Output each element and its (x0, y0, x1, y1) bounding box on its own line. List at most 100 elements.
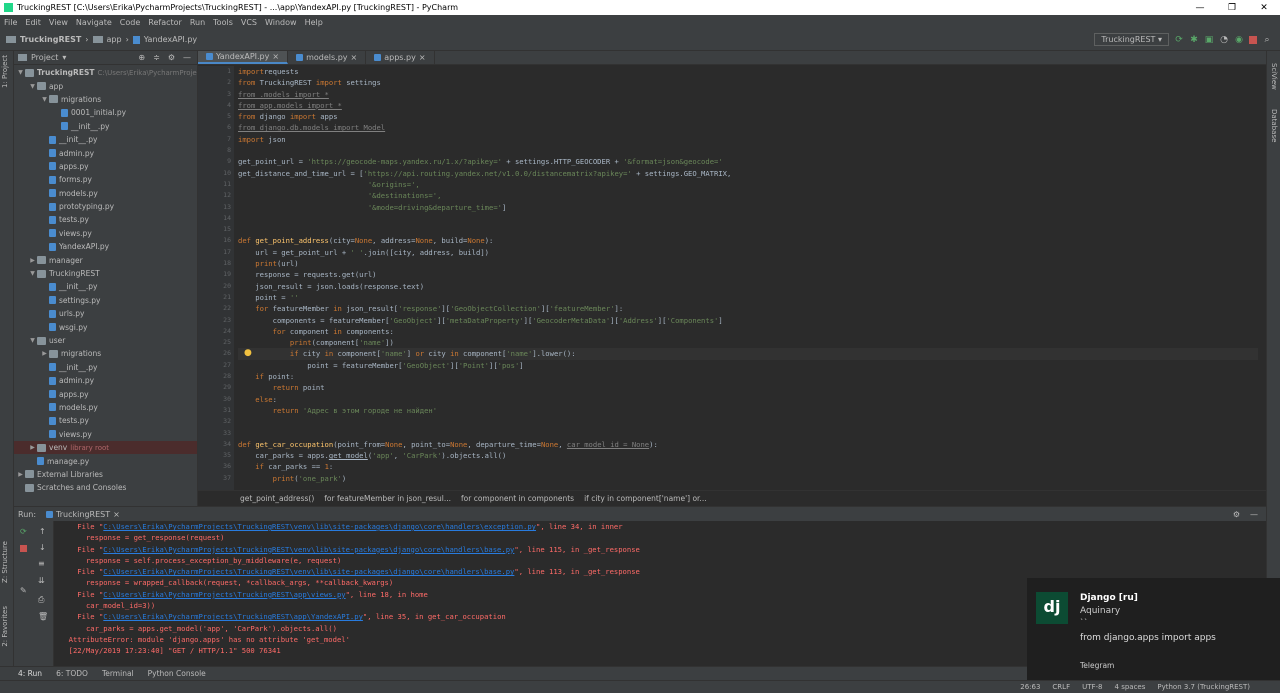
print-icon[interactable]: ⎙ (38, 595, 44, 605)
debug-icon[interactable]: ✱ (1189, 35, 1199, 45)
chevron-down-icon[interactable]: ▼ (28, 337, 37, 344)
menu-refactor[interactable]: Refactor (148, 18, 182, 27)
scroll-to-end-icon[interactable]: ⇊ (38, 576, 45, 585)
run-config-select[interactable]: TruckingREST ▾ (1094, 33, 1169, 46)
file-link[interactable]: C:\Users\Erika\PycharmProjects\TruckingR… (103, 590, 345, 599)
nav-crumb-file[interactable]: YandexAPI.py (144, 35, 197, 44)
tree-item[interactable]: prototyping.py (14, 200, 197, 213)
collapse-all-icon[interactable]: ≑ (153, 53, 160, 62)
notification-toast[interactable]: dj Django [ru] Aquinary `` from django.a… (1027, 578, 1280, 680)
run-config-tab[interactable]: TruckingREST × (46, 510, 120, 519)
tree-item[interactable]: urls.py (14, 307, 197, 320)
favorites-tool-tab[interactable]: 2: Favorites (1, 606, 9, 647)
tree-item[interactable]: wsgi.py (14, 320, 197, 333)
chevron-down-icon[interactable]: ▼ (28, 83, 37, 90)
file-link[interactable]: C:\Users\Erika\PycharmProjects\TruckingR… (103, 612, 363, 621)
hide-icon[interactable]: — (1250, 510, 1258, 519)
chevron-down-icon[interactable]: ▼ (28, 270, 37, 277)
tree-item[interactable]: views.py (14, 227, 197, 240)
tree-item[interactable]: admin.py (14, 146, 197, 159)
project-view-select[interactable]: Project (31, 53, 58, 62)
tree-item[interactable]: __init__.py (14, 361, 197, 374)
profile-icon[interactable]: ◔ (1219, 35, 1229, 45)
tree-item[interactable]: __init__.py (14, 120, 197, 133)
breadcrumb-item[interactable]: get_point_address() (240, 494, 314, 503)
tree-item[interactable]: ▶ manager (14, 253, 197, 266)
tree-item[interactable]: forms.py (14, 173, 197, 186)
concurrency-icon[interactable]: ◉ (1234, 35, 1244, 45)
tree-item[interactable]: apps.py (14, 160, 197, 173)
close-icon[interactable]: × (419, 53, 426, 62)
database-tool-tab[interactable]: Database (1270, 109, 1278, 142)
intention-bulb-icon[interactable]: ● (244, 348, 252, 358)
menu-view[interactable]: View (49, 18, 68, 27)
locate-icon[interactable]: ⊕ (138, 53, 145, 62)
tab-models[interactable]: models.py × (288, 51, 367, 64)
tree-item[interactable]: Scratches and Consoles (14, 481, 197, 494)
line-separator[interactable]: CRLF (1052, 683, 1070, 691)
gear-icon[interactable]: ⚙ (1233, 510, 1240, 519)
menu-vcs[interactable]: VCS (241, 18, 257, 27)
breadcrumb-item[interactable]: if city in component['name'] or... (584, 494, 707, 503)
maximize-button[interactable]: ❐ (1216, 3, 1248, 13)
close-icon[interactable]: × (351, 53, 358, 62)
menu-file[interactable]: File (4, 18, 17, 27)
chevron-down-icon[interactable]: ▼ (40, 96, 49, 103)
nav-crumb-app[interactable]: app (107, 35, 122, 44)
sciview-tool-tab[interactable]: SciView (1270, 63, 1278, 90)
search-icon[interactable]: ⌕ (1262, 35, 1272, 45)
tree-item[interactable]: manage.py (14, 454, 197, 467)
menu-code[interactable]: Code (120, 18, 140, 27)
tree-item[interactable]: ▼ TruckingREST (14, 267, 197, 280)
tree-item[interactable]: models.py (14, 187, 197, 200)
menu-window[interactable]: Window (265, 18, 297, 27)
tree-item[interactable]: __init__.py (14, 133, 197, 146)
minimize-button[interactable]: — (1184, 3, 1216, 13)
tree-item[interactable]: settings.py (14, 294, 197, 307)
tree-item[interactable]: apps.py (14, 387, 197, 400)
interpreter[interactable]: Python 3.7 (TruckingREST) (1157, 683, 1250, 691)
menu-help[interactable]: Help (305, 18, 323, 27)
close-button[interactable]: ✕ (1248, 3, 1280, 13)
tree-item[interactable]: 0001_initial.py (14, 106, 197, 119)
menu-edit[interactable]: Edit (25, 18, 41, 27)
tree-item[interactable]: tests.py (14, 414, 197, 427)
tree-item[interactable]: admin.py (14, 374, 197, 387)
tree-item[interactable]: ▶ migrations (14, 347, 197, 360)
tab-apps[interactable]: apps.py × (366, 51, 435, 64)
rerun-icon[interactable]: ⟳ (1174, 35, 1184, 45)
tree-item[interactable]: __init__.py (14, 280, 197, 293)
tree-item[interactable]: ▼ app (14, 79, 197, 92)
run-tool-tab[interactable]: 4: Run (18, 669, 42, 678)
file-link[interactable]: C:\Users\Erika\PycharmProjects\TruckingR… (103, 545, 514, 554)
down-arrow-icon[interactable]: ↓ (39, 543, 46, 552)
file-link[interactable]: C:\Users\Erika\PycharmProjects\TruckingR… (103, 522, 536, 531)
chevron-down-icon[interactable]: ▾ (62, 53, 66, 62)
tree-item[interactable]: YandexAPI.py (14, 240, 197, 253)
tree-item[interactable]: ▶ External Libraries (14, 468, 197, 481)
tree-item[interactable]: ▼ TruckingREST C:\Users\Erika\PycharmProje (14, 66, 197, 79)
breadcrumb-item[interactable]: for featureMember in json_resul... (324, 494, 451, 503)
close-icon[interactable]: × (113, 510, 120, 519)
breadcrumb-item[interactable]: for component in components (461, 494, 574, 503)
tab-yandexapi[interactable]: YandexAPI.py × (198, 51, 289, 64)
menu-tools[interactable]: Tools (213, 18, 233, 27)
tree-item[interactable]: views.py (14, 428, 197, 441)
coverage-icon[interactable]: ▣ (1204, 35, 1214, 45)
terminal-tool-tab[interactable]: Terminal (102, 669, 134, 678)
file-encoding[interactable]: UTF-8 (1082, 683, 1102, 691)
stop-icon[interactable] (20, 545, 27, 552)
code-area[interactable]: importrequests from TruckingREST import s… (238, 66, 1258, 491)
menu-run[interactable]: Run (190, 18, 205, 27)
gear-icon[interactable]: ⚙ (168, 53, 175, 62)
python-console-tool-tab[interactable]: Python Console (148, 669, 206, 678)
caret-position[interactable]: 26:63 (1020, 683, 1040, 691)
chevron-down-icon[interactable]: ▼ (16, 69, 25, 76)
nav-crumb-project[interactable]: TruckingREST (20, 35, 81, 44)
chevron-right-icon[interactable]: ▶ (40, 350, 49, 357)
menu-navigate[interactable]: Navigate (76, 18, 112, 27)
indent-setting[interactable]: 4 spaces (1115, 683, 1146, 691)
pin-icon[interactable]: ✎ (20, 586, 27, 595)
project-tool-tab[interactable]: 1: Project (1, 55, 9, 88)
chevron-right-icon[interactable]: ▶ (28, 257, 37, 264)
